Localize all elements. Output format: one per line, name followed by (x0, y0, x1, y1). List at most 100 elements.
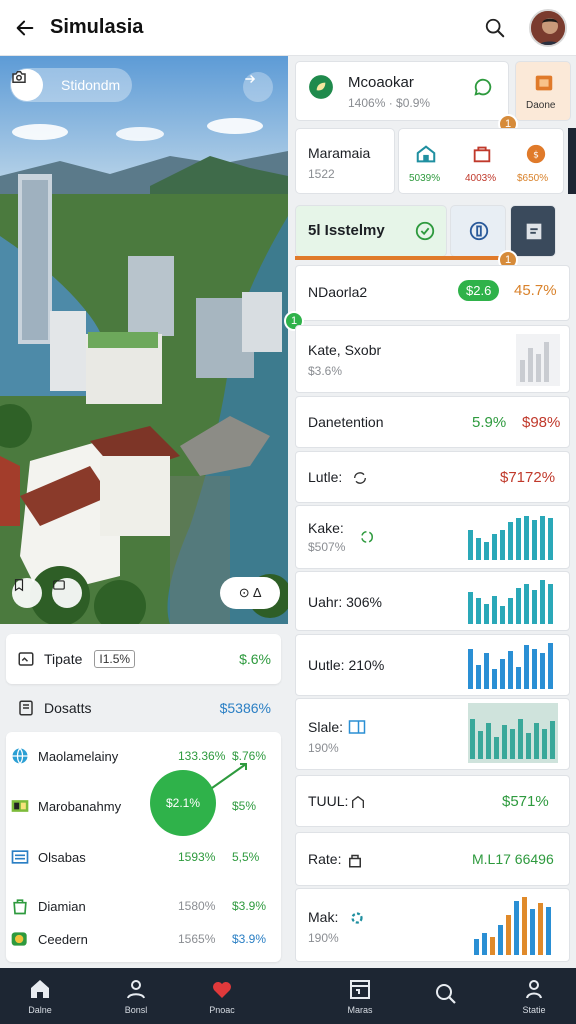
gallery-button[interactable] (52, 578, 82, 608)
metric-row[interactable]: Slale: 190% (295, 698, 570, 770)
metric-label: Rate: (308, 851, 342, 867)
metric-row[interactable]: Uahr: 306% (295, 571, 570, 631)
metric-pill: $2.6 (458, 280, 500, 301)
list-item[interactable]: Ceedern 1565% $3.9% (10, 929, 272, 949)
metric-row[interactable]: Lutle: $7172% (295, 451, 570, 503)
photo-options-chip[interactable]: ⊙ ∆ (220, 577, 280, 609)
list-item-value-secondary: 5,5% (232, 850, 260, 864)
metric-row[interactable]: Danetention 5.9% $98% (295, 396, 570, 448)
sync-icon (361, 531, 373, 543)
card-toggle[interactable] (450, 205, 506, 257)
nav-item-label: Pnoac (209, 1005, 235, 1015)
back-button[interactable] (0, 0, 50, 56)
metric-label: Kake: (308, 520, 344, 536)
list-item-label: Ceedern (38, 931, 88, 947)
metric-value: $571% (502, 793, 549, 810)
metric-sub: $507% (308, 540, 346, 554)
card-subtitle: 1406% · $0.9% (348, 96, 431, 110)
nav-item-favorites[interactable]: Pnoac (192, 968, 252, 1024)
bookmark-icon (14, 579, 24, 592)
bookmark-button[interactable] (12, 578, 42, 608)
image-icon (16, 649, 36, 669)
folder-icon (535, 75, 553, 91)
metric-value: 45.7% (514, 282, 557, 299)
progress-donut: $2.1% (150, 770, 216, 836)
city-aerial-photo: Stidondm ⊙ ∆ (0, 56, 288, 624)
app-bar: Simulasia (0, 0, 576, 56)
metric-label: Kate, Sxobr (308, 342, 382, 358)
page-title: Simulasia (50, 16, 144, 38)
table-icon (348, 720, 366, 734)
nav-item-account[interactable]: Statie (504, 968, 564, 1024)
refresh-icon (354, 472, 366, 484)
lock-icon (349, 854, 361, 868)
camera-icon (11, 69, 43, 101)
card-daone[interactable]: Daone (515, 61, 571, 121)
metric-value: 5.9% (472, 414, 507, 431)
metric-row[interactable]: Mak: 190% (295, 888, 570, 962)
document-icon (16, 698, 36, 718)
card-side-label: Daone (526, 100, 556, 111)
metric-row[interactable]: Kate, Sxobr $3.6% (295, 325, 570, 393)
mini-bar-chart (474, 895, 551, 955)
quick-icon-label: 4003% (465, 173, 497, 184)
card-mcoaokar[interactable]: Mcoaokar 1406% · $0.9% (295, 61, 509, 121)
list-item[interactable]: Marobanahmy $5% (10, 796, 272, 816)
svg-text:$: $ (533, 150, 539, 161)
metric-label: NDaorla2 (308, 284, 368, 300)
metric-row[interactable]: NDaorla2 $2.6 45.7% (295, 265, 570, 321)
search-button[interactable] (480, 14, 510, 42)
quick-icons-card: $ 5039% 4003% $650% (398, 128, 564, 194)
summary-row-label: Dosatts (44, 700, 92, 716)
nav-item-label: Bonsl (124, 1005, 148, 1015)
list-item-label: Diamian (38, 898, 86, 914)
nav-item-search[interactable] (416, 968, 476, 1024)
metric-row[interactable]: TUUL: $571% (295, 775, 570, 827)
card-maramaia[interactable]: Maramaia 1522 (295, 128, 395, 194)
metric-row[interactable]: Rate: M.L17 66496 (295, 832, 570, 886)
arrow-right-icon (245, 74, 256, 84)
summary-row-tipate[interactable]: Tipate I1.5% $.6% (6, 634, 281, 684)
calendar-icon (350, 980, 370, 999)
home-icon (416, 145, 436, 163)
summary-row-tag: I1.5% (94, 650, 136, 668)
photo-forward-button[interactable] (243, 72, 273, 102)
metric-value: M.L17 66496 (472, 851, 554, 867)
metric-value: $7172% (500, 469, 556, 486)
settings-icon (351, 912, 363, 924)
list-item[interactable]: Olsabas 1593% 5,5% (10, 847, 272, 867)
coin-icon (11, 932, 27, 946)
list-item-value: 1580% (178, 899, 216, 913)
nav-item-profile[interactable]: Bonsl (106, 968, 166, 1024)
coins-icon: $ (526, 144, 546, 164)
mini-bar-chart (468, 516, 553, 560)
metric-sub: $3.6% (308, 364, 343, 378)
location-pill[interactable]: Stidondm (10, 68, 132, 102)
avatar[interactable] (529, 9, 567, 47)
search-icon (436, 984, 456, 1004)
bag-icon (13, 899, 27, 915)
list-item-value: 1565% (178, 932, 216, 946)
card-isstelmy[interactable]: 5l Isstelmy (295, 205, 447, 257)
nav-item-calendar[interactable]: Maras (330, 968, 390, 1024)
summary-row-dosatts[interactable]: Dosatts $5386% (6, 688, 281, 728)
metric-label: Slale: (308, 719, 344, 735)
card-title: Maramaia (308, 145, 371, 161)
nav-item-label: Dalne (28, 1005, 52, 1015)
nav-item-home[interactable]: Dalne (10, 968, 70, 1024)
metric-value-secondary: $98% (522, 414, 561, 431)
list-item-label: Marobanahmy (38, 798, 122, 814)
heart-icon (213, 982, 231, 998)
panel-icon (11, 800, 29, 812)
card-clipboard[interactable] (510, 205, 556, 257)
metric-row[interactable]: Uutle: 210% (295, 634, 570, 696)
user-icon (526, 980, 542, 999)
list-item-value-secondary: $5% (232, 799, 257, 813)
list-item-value-secondary: $3.9% (232, 932, 267, 946)
list-item[interactable]: Diamian 1580% $3.9% (10, 896, 272, 916)
nav-item-label: Statie (522, 1005, 546, 1015)
building-icon (352, 795, 364, 808)
back-arrow-icon (16, 20, 34, 35)
mini-bar-chart (468, 641, 553, 689)
metric-row[interactable]: Kake: $507% (295, 505, 570, 569)
